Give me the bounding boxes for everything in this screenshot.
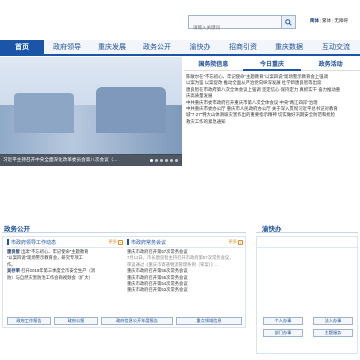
- department-service-button[interactable]: 部门办事: [263, 329, 303, 337]
- nav-item-data[interactable]: 重庆数据: [266, 40, 312, 54]
- more-link[interactable]: 更多 +: [229, 239, 243, 245]
- carousel-dot[interactable]: [150, 159, 153, 162]
- personal-service-button[interactable]: 个人办事: [263, 317, 303, 325]
- plus-icon: +: [118, 239, 123, 245]
- nav-item-development[interactable]: 重庆发展: [90, 40, 134, 54]
- ykb-button-grid: 个人办事 法人办事 部门办事 主题服务: [263, 317, 353, 337]
- corporate-service-button[interactable]: 法人办事: [313, 317, 353, 325]
- ykb-header: [257, 237, 357, 248]
- news-panel: 国务院信息 今日重庆 政务活动 陈敏尔在“不忘初心、牢记使命”主题教育“以案四说…: [184, 57, 360, 166]
- list-item[interactable]: 重庆市政府召开第53次常务会议: [127, 287, 243, 293]
- top-links: 简体|繁体|无障碍: [310, 18, 348, 23]
- search-button[interactable]: [281, 16, 295, 28]
- nav-item-interaction[interactable]: 互动交流: [312, 40, 360, 54]
- carousel-dot[interactable]: [170, 159, 173, 162]
- link-traditional[interactable]: 繁体: [322, 18, 331, 23]
- news-list: 陈敏尔在“不忘初心、牢记使命”主题教育“以案四说”现场警示教育会上强调 以案为鉴…: [184, 71, 360, 125]
- search-icon: [285, 18, 292, 26]
- affairs-button-row: 政府工作报告 政府公报 政府信息公开年度报告 重点领域信息: [7, 317, 242, 325]
- leader-activity-list: 唐良智 出席“不忘初心、牢记使命”主题教育 “以案四说”现场警示教育会，研究专项…: [7, 248, 123, 281]
- nav-item-leaders[interactable]: 政府领导: [44, 40, 90, 54]
- key-area-info-button[interactable]: 重点领域信息: [176, 317, 242, 325]
- nav-item-home[interactable]: 首页: [0, 40, 44, 54]
- news-item[interactable]: 城“7·27”特大山体滑坡灾害作出的重要指示精神 切实做好汛期安全防范和抢险: [186, 112, 358, 118]
- leader-activity-panel: 市政府领导工作动态 更多 + 唐良智 出席“不忘初心、牢记使命”主题教育 “以案四…: [7, 237, 123, 281]
- executive-meeting-panel: 市政府常务会议 更多 + 重庆市政府召开第57次常务会议 7月12日，市长唐良智主…: [127, 237, 243, 294]
- ykb-box: 个人办事 法人办事 部门办事 主题服务: [256, 236, 358, 354]
- theme-service-button[interactable]: 主题服务: [313, 329, 353, 337]
- nav-item-affairs[interactable]: 政务公开: [134, 40, 180, 54]
- tab-today-chongqing[interactable]: 今日重庆: [242, 57, 302, 71]
- more-link[interactable]: 更多 +: [109, 239, 123, 245]
- header: 简体|繁体|无障碍: [0, 0, 360, 40]
- divider: [2, 232, 246, 233]
- main-nav: 首页 政府领导 重庆发展 政务公开 渝快办 招商引资 重庆数据 互动交流: [0, 40, 360, 56]
- carousel-dot[interactable]: [165, 159, 168, 162]
- gov-work-report-button[interactable]: 政府工作报告: [7, 317, 51, 325]
- info-disclosure-report-button[interactable]: 政府信息公开年度报告: [101, 317, 173, 325]
- panel-header: 市政府领导工作动态 更多 +: [7, 237, 123, 248]
- panel-title[interactable]: 市政府常务会议: [131, 239, 166, 246]
- panel-header: 市政府常务会议 更多 +: [127, 237, 243, 248]
- divider: [256, 232, 358, 233]
- carousel-dot[interactable]: [155, 159, 158, 162]
- news-carousel[interactable]: 习近平主持召开中央全面深化改革委员会第八次会议（...: [0, 57, 182, 166]
- carousel-dot[interactable]: [175, 159, 178, 162]
- tab-government-activity[interactable]: 政务活动: [301, 57, 360, 71]
- search-input[interactable]: [189, 21, 281, 34]
- search-box: [188, 15, 296, 34]
- gov-gazette-button[interactable]: 政府公报: [54, 317, 98, 325]
- tab-state-council[interactable]: 国务院信息: [184, 57, 243, 71]
- carousel-dots: [150, 159, 178, 162]
- page: 简体|繁体|无障碍 首页 政府领导 重庆发展 政务公开 渝快办 招商引资 重庆数…: [0, 0, 360, 360]
- nav-item-investment[interactable]: 招商引资: [220, 40, 266, 54]
- government-affairs-box: 市政府领导工作动态 更多 + 唐良智 出席“不忘初心、牢记使命”主题教育 “以案四…: [2, 236, 246, 328]
- nav-item-ykb[interactable]: 渝快办: [180, 40, 220, 54]
- executive-meeting-list: 重庆市政府召开第57次常务会议 7月12日，市长唐良智主持召开市政府第57次常务…: [127, 248, 243, 294]
- news-item[interactable]: 救灾工作的紧急通知: [186, 119, 358, 125]
- carousel-dot[interactable]: [160, 159, 163, 162]
- list-item[interactable]: 防）与自然灾害防治工作会商视频会（扩大）: [7, 275, 123, 281]
- list-item-summary: 7月12日，市长唐良智主持召开市政府第57次常务会议，: [127, 255, 234, 261]
- link-accessibility[interactable]: 无障碍: [334, 18, 348, 23]
- panel-title[interactable]: 市政府领导工作动态: [11, 239, 56, 246]
- news-tabs: 国务院信息 今日重庆 政务活动: [184, 57, 360, 71]
- link-simplified[interactable]: 简体: [310, 18, 319, 23]
- plus-icon: +: [238, 239, 243, 245]
